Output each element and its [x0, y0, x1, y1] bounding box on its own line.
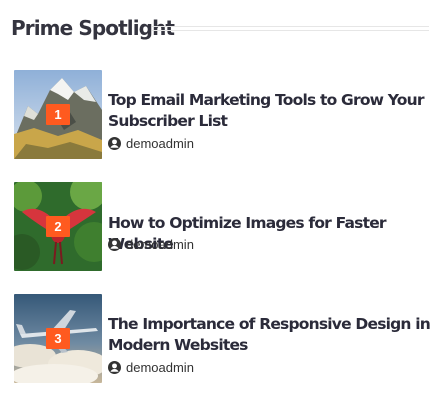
user-icon	[108, 360, 121, 374]
rank-badge: 3	[46, 328, 70, 349]
post-author[interactable]: demoadmin	[108, 135, 194, 151]
post-title[interactable]: The Importance of Responsive Design in M…	[108, 314, 432, 356]
post-thumbnail-bird[interactable]: 2	[14, 182, 102, 271]
post-author[interactable]: demoadmin	[108, 359, 194, 375]
post-item: 3 The Importance of Responsive Design in…	[14, 294, 432, 384]
user-icon	[108, 237, 121, 251]
rank-badge: 2	[46, 216, 70, 237]
user-icon	[108, 136, 121, 150]
post-item: 2 How to Optimize Images for Faster Webs…	[14, 182, 432, 272]
author-name: demoadmin	[126, 236, 194, 252]
rank-badge: 1	[46, 104, 70, 125]
widget-header: Prime Spotlight	[11, 14, 429, 44]
post-item: 1 Top Email Marketing Tools to Grow Your…	[14, 70, 432, 160]
post-title[interactable]: Top Email Marketing Tools to Grow Your S…	[108, 90, 432, 132]
widget-title: Prime Spotlight	[11, 16, 175, 40]
post-thumbnail-airplane[interactable]: 3	[14, 294, 102, 383]
title-divider	[152, 26, 429, 31]
post-author[interactable]: demoadmin	[108, 236, 194, 252]
author-name: demoadmin	[126, 135, 194, 151]
post-thumbnail-mountain[interactable]: 1	[14, 70, 102, 159]
author-name: demoadmin	[126, 359, 194, 375]
